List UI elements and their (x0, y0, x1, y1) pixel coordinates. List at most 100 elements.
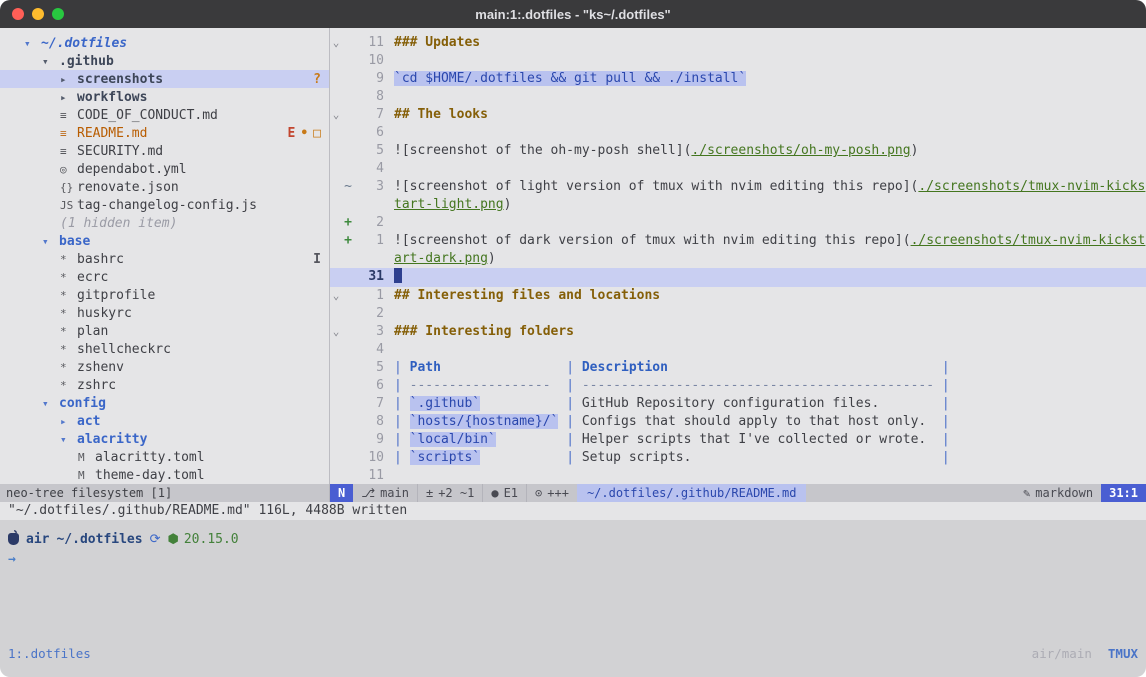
editor-line[interactable]: 5![screenshot of the oh-my-posh shell](.… (330, 142, 1146, 160)
editor-line[interactable]: 2 (330, 305, 1146, 323)
tree-item-dotfiles[interactable]: ▾~/.dotfiles (0, 34, 329, 52)
editor-line[interactable]: 7 | `.github` | GitHub Repository configu… (330, 395, 1146, 413)
status-badge: □ (313, 126, 321, 141)
editor-lines: ⌄ 11 ### Updates 10 9`cd $HOME/.dotfiles … (330, 34, 1146, 484)
tree-item-label: tag-changelog-config.js (77, 198, 257, 213)
js-file-icon: JS (60, 199, 77, 212)
tree-item-alacritty-toml[interactable]: Malacritty.toml (0, 448, 329, 466)
markdown-link-url[interactable]: ./screenshots/oh-my-posh.png (691, 143, 910, 158)
text-segment: | (942, 450, 950, 465)
line-text: ![screenshot of light version of tmux wi… (394, 178, 1146, 214)
tree-item-1-hidden-item[interactable]: (1 hidden item) (0, 214, 329, 232)
tree-item-label: config (59, 396, 106, 411)
tree-item-code-of-conduct-md[interactable]: ≡CODE_OF_CONDUCT.md (0, 106, 329, 124)
diagnostics-segment: ●E1 (482, 484, 526, 502)
tree-item-bashrc[interactable]: *bashrcI (0, 250, 329, 268)
toml-file-icon: M (78, 451, 95, 464)
editor-line[interactable]: 6 (330, 124, 1146, 142)
tmux-right-section: air/main TMUX (1032, 646, 1138, 661)
text-segment: ) (911, 143, 919, 158)
tree-item-workflows[interactable]: ▸workflows (0, 88, 329, 106)
line-number: 7 (354, 395, 384, 413)
tree-item-base[interactable]: ▾base (0, 232, 329, 250)
editor-line[interactable]: 9| `local/bin` | Helper scripts that I'v… (330, 431, 1146, 449)
editor-line[interactable]: +2 (330, 214, 1146, 232)
tmux-window-item[interactable]: 1:.dotfiles (8, 646, 91, 661)
tree-item-label: shellcheckrc (77, 342, 171, 357)
folder-open-icon: ▾ (60, 433, 77, 446)
node-version: 20.15.0 (184, 532, 239, 547)
neotree-status-line: neo-tree filesystem [1] (0, 484, 330, 502)
editor-line[interactable]: 5| Path | Description | (330, 359, 1146, 377)
tree-item-gitprofile[interactable]: *gitprofile (0, 286, 329, 304)
line-number: 8 (354, 413, 384, 431)
shell-file-icon: * (60, 307, 77, 320)
editor-line[interactable]: ⌄ 11### Updates (330, 34, 1146, 52)
tree-item-readme-md[interactable]: ≡README.mdE•□ (0, 124, 329, 142)
editor-line[interactable]: ~3![screenshot of light version of tmux … (330, 178, 1146, 214)
node-segment: ⬢20.15.0 (167, 532, 238, 547)
editor-line[interactable]: 8| `hosts/{hostname}/` | Configs that sh… (330, 413, 1146, 431)
fullscreen-button[interactable] (52, 8, 64, 20)
line-text: ## Interesting files and locations (394, 287, 1146, 305)
line-text: | Path | Description | (394, 359, 1146, 377)
line-text: | `.github` | GitHub Repository configur… (394, 395, 1146, 413)
tree-item-shellcheckrc[interactable]: *shellcheckrc (0, 340, 329, 358)
git-diff-segment: ±+2 ~1 (417, 484, 482, 502)
line-number: 6 (354, 124, 384, 142)
editor-line[interactable]: 10 (330, 52, 1146, 70)
text-segment (668, 360, 942, 375)
tree-item-label: zshrc (77, 378, 116, 393)
editor-line[interactable]: 4 (330, 160, 1146, 178)
status-row: neo-tree filesystem [1] N ⎇main ±+2 ~1 ●… (0, 484, 1146, 502)
tree-item-alacritty[interactable]: ▾alacritty (0, 430, 329, 448)
tree-item-github[interactable]: ▾.github (0, 52, 329, 70)
tree-item-huskyrc[interactable]: *huskyrc (0, 304, 329, 322)
editor-line[interactable]: 31 (330, 268, 1146, 287)
tree-item-zshrc[interactable]: *zshrc (0, 376, 329, 394)
editor-line[interactable]: 8 (330, 88, 1146, 106)
inline-code: `scripts` (410, 450, 480, 465)
line-number: 11 (354, 34, 384, 52)
editor-line[interactable]: ⌄ 1## Interesting files and locations (330, 287, 1146, 305)
tree-item-tag-changelog-config-js[interactable]: JStag-changelog-config.js (0, 196, 329, 214)
inline-code: `.github` (410, 396, 480, 411)
text-segment: | (566, 396, 582, 411)
editor-line[interactable]: 6| ------------------ | ----------------… (330, 377, 1146, 395)
editor-line[interactable]: 4 (330, 341, 1146, 359)
tree-item-label: workflows (77, 90, 147, 105)
tree-item-config[interactable]: ▾config (0, 394, 329, 412)
cursor-block (394, 268, 402, 283)
minimize-button[interactable] (32, 8, 44, 20)
editor-line[interactable]: ⌄ 3### Interesting folders (330, 323, 1146, 341)
text-segment: | (942, 396, 950, 411)
editor-line[interactable]: 10| `scripts` | Setup scripts. | (330, 449, 1146, 467)
tree-item-label: (1 hidden item) (60, 216, 177, 231)
tmux-status-bar: 1:.dotfiles air/main TMUX (8, 646, 1138, 677)
diff-counts: +2 ~1 (438, 486, 474, 500)
tree-item-ecrc[interactable]: *ecrc (0, 268, 329, 286)
tree-item-plan[interactable]: *plan (0, 322, 329, 340)
line-number: 8 (354, 88, 384, 106)
editor-line[interactable]: 11 (330, 467, 1146, 484)
close-button[interactable] (12, 8, 24, 20)
tree-item-act[interactable]: ▸act (0, 412, 329, 430)
text-segment: | (566, 432, 582, 447)
tree-item-dependabot-yml[interactable]: ◎dependabot.yml (0, 160, 329, 178)
tree-item-security-md[interactable]: ≡SECURITY.md (0, 142, 329, 160)
editor-line[interactable]: ⌄ 7## The looks (330, 106, 1146, 124)
text-segment: Description (582, 360, 668, 375)
shell-file-icon: * (60, 361, 77, 374)
tree-item-zshenv[interactable]: *zshenv (0, 358, 329, 376)
tree-item-renovate-json[interactable]: {}renovate.json (0, 178, 329, 196)
text-segment: ### Updates (394, 35, 480, 50)
editor-buffer[interactable]: ⌄ 11 ### Updates 10 9`cd $HOME/.dotfiles … (330, 28, 1146, 484)
tree-item-screenshots[interactable]: ▸screenshots? (0, 70, 329, 88)
shell-pane[interactable]: air ~/.dotfiles ⟳ ⬢20.15.0 → 1:.dotfiles… (0, 520, 1146, 677)
text-segment: | (394, 450, 410, 465)
tree-item-theme-day-toml[interactable]: Mtheme-day.toml (0, 466, 329, 484)
editor-line[interactable]: +1![screenshot of dark version of tmux w… (330, 232, 1146, 268)
titlebar: main:1:.dotfiles - "ks~/.dotfiles" (0, 0, 1146, 28)
editor-line[interactable]: 9`cd $HOME/.dotfiles && git pull && ./in… (330, 70, 1146, 88)
fold-marker-icon: ⌄ (330, 323, 342, 341)
